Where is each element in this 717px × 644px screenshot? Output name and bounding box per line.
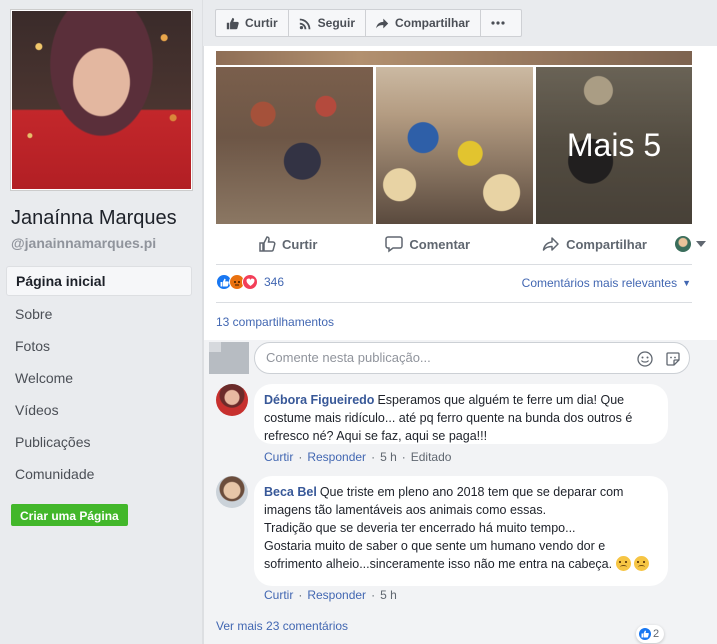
post-share-label: Compartilhar xyxy=(566,236,647,252)
page-nav: Página inicial Sobre Fotos Welcome Vídeo… xyxy=(6,266,192,490)
nav-item-photos[interactable]: Fotos xyxy=(6,330,192,362)
commenter-avatar[interactable] xyxy=(216,476,248,508)
comment-like-link[interactable]: Curtir xyxy=(264,588,293,602)
post-photo-1[interactable] xyxy=(216,67,373,224)
comment-reply-link[interactable]: Responder xyxy=(307,450,366,464)
post-photo-2[interactable] xyxy=(376,67,533,224)
page-follow-label: Seguir xyxy=(317,16,356,30)
post-share-button[interactable]: Compartilhar xyxy=(542,235,647,253)
comment-composer: Comente nesta publicação... xyxy=(204,340,717,378)
nav-item-home[interactable]: Página inicial xyxy=(6,266,192,296)
reactions-count[interactable]: 346 xyxy=(264,275,284,289)
comment-time[interactable]: 5 h xyxy=(380,588,397,602)
sad-emoji-icon xyxy=(634,556,650,571)
post-comment-button[interactable]: Comentar xyxy=(385,235,470,253)
comment-reply-link[interactable]: Responder xyxy=(307,588,366,602)
comment-time[interactable]: 5 h xyxy=(380,450,397,464)
nav-item-about[interactable]: Sobre xyxy=(6,298,192,330)
comment-meta: Curtir · Responder · 5 h xyxy=(264,588,397,602)
comment-sort-dropdown[interactable]: Comentários mais relevantes ▼ xyxy=(522,276,691,290)
comment-input[interactable]: Comente nesta publicação... xyxy=(254,342,690,374)
page-like-label: Curtir xyxy=(245,16,278,30)
emoji-icon[interactable] xyxy=(637,351,653,367)
comment-text: Que triste em pleno ano 2018 tem que se … xyxy=(264,485,624,517)
nav-item-videos[interactable]: Vídeos xyxy=(6,394,192,426)
comment-bubble: Beca Bel Que triste em pleno ano 2018 tem… xyxy=(254,476,668,586)
page-handle[interactable]: @janainnamarques.pi xyxy=(11,235,156,251)
post-like-label: Curtir xyxy=(282,236,318,252)
post-photo-3[interactable]: Mais 5 xyxy=(536,67,692,224)
view-more-comments-link[interactable]: Ver mais 23 comentários xyxy=(216,619,348,633)
divider xyxy=(216,264,692,265)
page-name[interactable]: Janaínna Marques xyxy=(11,207,177,230)
page-more-button[interactable] xyxy=(481,10,521,36)
share-arrow-icon xyxy=(376,18,389,28)
thumbs-up-outline-icon xyxy=(259,236,276,252)
thumbs-up-icon xyxy=(226,17,239,29)
comments-list: Débora Figueiredo Esperamos que alguém te… xyxy=(204,378,717,644)
more-photos-label: Mais 5 xyxy=(566,127,662,163)
create-page-button[interactable]: Criar uma Página xyxy=(11,504,128,526)
sad-emoji-icon xyxy=(615,556,631,571)
comment-meta: Curtir · Responder · 5 h · Editado xyxy=(264,450,452,464)
left-column: Janaínna Marques @janainnamarques.pi Pág… xyxy=(0,0,203,644)
post-actions-bar: Curtir Comentar Compartilhar xyxy=(216,226,706,262)
comment-text: Gostaria muito de saber o que sente um h… xyxy=(264,539,613,571)
love-reaction-icon xyxy=(242,274,258,290)
comment-icon xyxy=(385,236,404,253)
comment-reaction-count: 2 xyxy=(653,628,660,640)
post-as-selector[interactable] xyxy=(674,236,706,252)
comment-author[interactable]: Beca Bel xyxy=(264,485,317,499)
shares-count[interactable]: 13 compartilhamentos xyxy=(216,315,334,329)
comment-sort-label: Comentários mais relevantes xyxy=(521,276,678,290)
nav-item-posts[interactable]: Publicações xyxy=(6,426,192,458)
post-card: Mais 5 Curtir Comentar Compartilhar 346 … xyxy=(203,46,717,644)
post-photo-main[interactable] xyxy=(216,51,692,65)
share-outline-icon xyxy=(542,237,559,251)
profile-picture[interactable] xyxy=(12,11,191,189)
reactions-summary[interactable]: 346 xyxy=(216,274,284,290)
my-avatar xyxy=(209,342,249,374)
sticker-icon[interactable] xyxy=(665,351,681,367)
comment-edited[interactable]: Editado xyxy=(411,450,452,464)
comment-author[interactable]: Débora Figueiredo xyxy=(264,393,374,407)
page-share-button[interactable]: Compartilhar xyxy=(366,10,481,36)
ellipsis-icon xyxy=(491,21,505,25)
comment-reactions-badge[interactable]: 2 xyxy=(636,625,665,643)
viewer-avatar xyxy=(674,236,691,252)
main-column: Curtir Seguir Compartilhar Mais 5 Curtir xyxy=(203,0,717,644)
comment-text: Tradição que se deveria ter encerrado há… xyxy=(264,521,576,535)
caret-down-icon: ▼ xyxy=(682,278,691,288)
more-photos-overlay[interactable]: Mais 5 xyxy=(536,67,692,224)
page-share-label: Compartilhar xyxy=(395,16,470,30)
post-like-button[interactable]: Curtir xyxy=(258,235,317,253)
nav-item-community[interactable]: Comunidade xyxy=(6,458,192,490)
profile-picture-frame[interactable] xyxy=(10,9,193,191)
divider xyxy=(216,302,692,303)
post-comment-label: Comentar xyxy=(409,236,471,252)
page-follow-button[interactable]: Seguir xyxy=(289,10,367,36)
comment-like-link[interactable]: Curtir xyxy=(264,450,293,464)
page-like-button[interactable]: Curtir xyxy=(216,10,289,36)
rss-icon xyxy=(299,18,311,29)
nav-item-welcome[interactable]: Welcome xyxy=(6,362,192,394)
caret-down-icon xyxy=(695,241,706,247)
comment-bubble: Débora Figueiredo Esperamos que alguém te… xyxy=(254,384,668,444)
page-actions-bar: Curtir Seguir Compartilhar xyxy=(215,9,522,37)
like-reaction-icon xyxy=(638,627,652,641)
commenter-avatar[interactable] xyxy=(216,384,248,416)
